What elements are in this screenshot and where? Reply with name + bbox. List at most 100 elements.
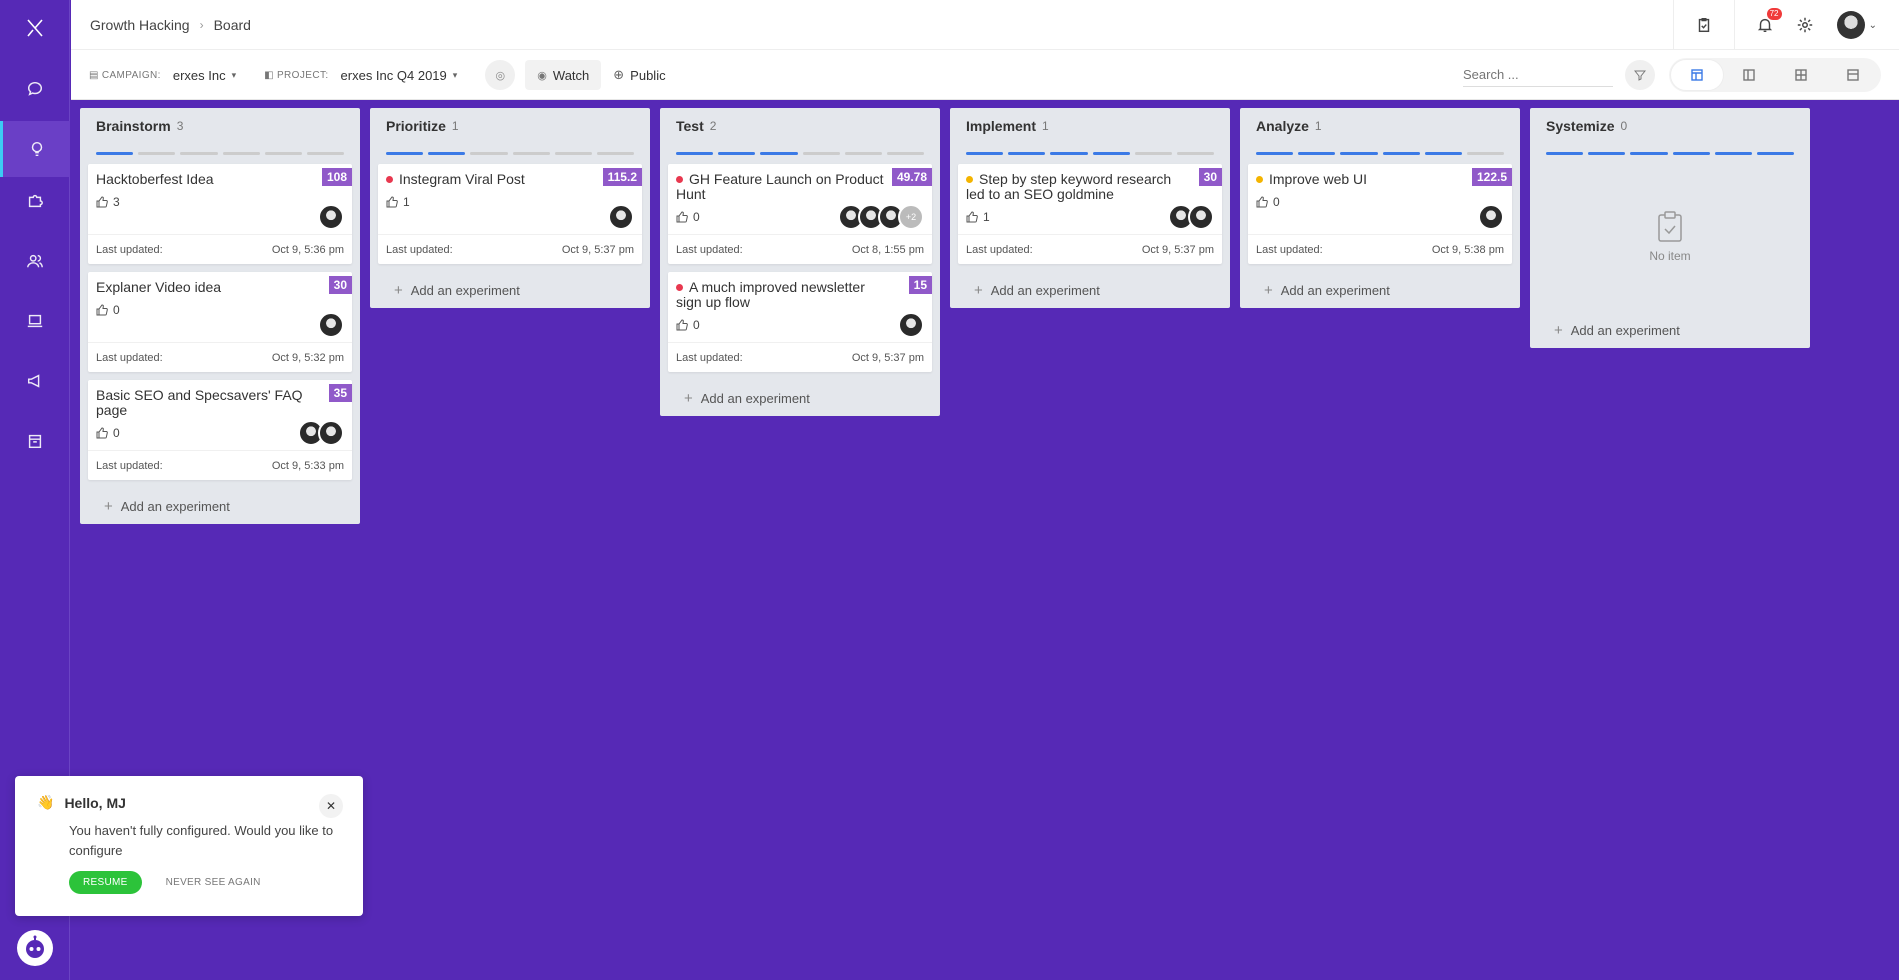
sidebar-item-calendar[interactable] (0, 413, 70, 469)
experiment-card[interactable]: Improve web UI 122.5 0 Last updated: Oct … (1248, 164, 1512, 264)
score-badge: 30 (328, 276, 352, 294)
add-experiment-button[interactable]: + Add an experiment (378, 272, 642, 308)
sidebar-item-inbox[interactable] (0, 61, 70, 117)
experiment-card[interactable]: Step by step keyword research led to an … (958, 164, 1222, 264)
progress-segment (1424, 151, 1462, 155)
add-experiment-button[interactable]: + Add an experiment (668, 380, 932, 416)
avatar[interactable] (318, 204, 344, 230)
card-title: Improve web UI (1256, 172, 1504, 187)
close-icon[interactable]: ✕ (319, 794, 343, 818)
chevron-down-icon[interactable]: ⌄ (1869, 20, 1877, 31)
progress-segment (596, 151, 635, 155)
progress-segment (554, 151, 592, 155)
likes[interactable]: 0 (1256, 195, 1504, 209)
divider (1672, 0, 1674, 50)
sidebar-item-campaigns[interactable] (0, 353, 70, 409)
robot-assistant-icon[interactable] (17, 930, 53, 966)
add-experiment-button[interactable]: + Add an experiment (1538, 312, 1802, 348)
plus-icon: + (1264, 281, 1273, 299)
board-view-button[interactable] (1671, 60, 1723, 90)
avatar[interactable] (608, 204, 634, 230)
updated-date: Oct 9, 5:37 pm (851, 351, 924, 364)
puzzle-icon (28, 194, 43, 208)
stage-column: Prioritize 1 Instegram Viral Post 115.2 1… (370, 108, 650, 308)
progress-segment (1298, 151, 1336, 155)
user-avatar[interactable] (1836, 11, 1865, 39)
add-experiment-button[interactable]: + Add an experiment (958, 272, 1222, 308)
filter-button[interactable] (1625, 60, 1655, 90)
sidebar-item-growth-hacking[interactable] (0, 121, 70, 177)
card-title: Instegram Viral Post (386, 172, 634, 187)
lightbulb-icon (31, 141, 42, 157)
empty-state: No item (1538, 162, 1802, 312)
avatar[interactable] (898, 312, 924, 338)
watch-button[interactable]: ◉ Watch (525, 60, 602, 90)
experiment-card[interactable]: A much improved newsletter sign up flow … (668, 272, 932, 372)
likes[interactable]: 1 (386, 195, 634, 209)
logo-icon[interactable] (0, 0, 70, 56)
breadcrumb-parent[interactable]: Growth Hacking (90, 17, 190, 33)
stage-progress (1538, 144, 1802, 162)
experiment-card[interactable]: Explaner Video idea 30 0 Last updated: Oc… (88, 272, 352, 372)
add-experiment-button[interactable]: + Add an experiment (1248, 272, 1512, 308)
stage-header: Prioritize 1 (378, 108, 642, 144)
list-view-button[interactable] (1827, 60, 1879, 90)
search-input[interactable] (1463, 63, 1613, 87)
card-footer: Last updated: Oct 9, 5:37 pm (958, 234, 1222, 264)
card-title: Hacktoberfest Idea (96, 172, 344, 187)
chevron-down-icon[interactable]: ▾ (453, 70, 458, 81)
progress-segment (1546, 151, 1584, 155)
project-select[interactable]: erxes Inc Q4 2019 (341, 68, 447, 83)
campaign-label-text: CAMPAIGN: (101, 69, 161, 81)
assignees (1168, 204, 1214, 230)
card-title: Step by step keyword research led to an … (966, 172, 1214, 202)
add-experiment-button[interactable]: + Add an experiment (88, 488, 352, 524)
notifications-button[interactable]: 72 (1745, 0, 1785, 50)
experiment-card[interactable]: Hacktoberfest Idea 108 3 Last updated: Oc… (88, 164, 352, 264)
welcome-popup: 👋 Hello, MJ You haven't fully configured… (15, 776, 363, 916)
likes[interactable]: 0 (96, 303, 344, 317)
stage-header: Brainstorm 3 (88, 108, 352, 144)
stage-column: Implement 1 Step by step keyword research… (950, 108, 1230, 308)
task-button[interactable] (1684, 0, 1724, 50)
likes[interactable]: 3 (96, 195, 344, 209)
avatar[interactable] (318, 420, 344, 446)
empty-label: No item (1649, 249, 1691, 263)
sidebar-item-contacts[interactable] (0, 233, 70, 289)
grid-view-icon (1795, 69, 1807, 81)
progress-segment (1466, 151, 1505, 155)
sidebar-item-engage[interactable] (0, 293, 70, 349)
resume-button[interactable]: RESUME (69, 871, 142, 894)
progress-segment (676, 151, 714, 155)
experiment-card[interactable]: Instegram Viral Post 115.2 1 Last update… (378, 164, 642, 264)
experiment-card[interactable]: GH Feature Launch on Product Hunt 49.78 … (668, 164, 932, 264)
likes[interactable]: 0 (676, 318, 924, 332)
avatar[interactable] (1478, 204, 1504, 230)
calendar-view-button[interactable] (1723, 60, 1775, 90)
divider (1733, 0, 1735, 50)
conversion-view-button[interactable] (1775, 60, 1827, 90)
progress-segment (886, 151, 925, 155)
progress-segment (386, 151, 424, 155)
card-title-text: A much improved newsletter sign up flow (676, 279, 865, 310)
avatar[interactable] (318, 312, 344, 338)
chevron-down-icon[interactable]: ▾ (232, 70, 237, 81)
never-see-again-button[interactable]: NEVER SEE AGAIN (166, 877, 261, 888)
likes-count: 0 (113, 303, 120, 317)
stage-count: 1 (1314, 119, 1322, 133)
public-button[interactable]: ⊕ Public (601, 60, 677, 90)
progress-segment (1176, 151, 1215, 155)
sidebar-item-deals[interactable] (0, 173, 70, 229)
pipeline-settings-button[interactable]: ◎ (485, 60, 516, 90)
campaign-select[interactable]: erxes Inc (173, 68, 226, 83)
stage-progress (378, 144, 642, 162)
more-assignees[interactable]: +2 (898, 204, 924, 230)
settings-button[interactable] (1785, 0, 1825, 50)
progress-segment (1382, 151, 1420, 155)
progress-segment (1256, 151, 1294, 155)
experiment-card[interactable]: Basic SEO and Specsavers' FAQ page 35 0 … (88, 380, 352, 480)
campaign-label: ▤ CAMPAIGN: (89, 70, 161, 81)
avatar[interactable] (1188, 204, 1214, 230)
card-title-text: Explaner Video idea (96, 279, 222, 295)
action-bar: ▤ CAMPAIGN: erxes Inc ▾ ◧ PROJECT: erxes I… (71, 50, 1899, 100)
